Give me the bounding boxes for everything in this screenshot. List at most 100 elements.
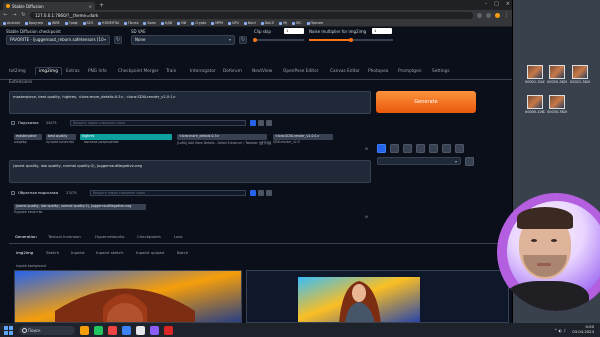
slider-handle[interactable] [349,37,353,42]
slider-handle[interactable] [253,37,257,42]
tab-img2img[interactable]: img2img [35,67,62,75]
bookmark-item[interactable]: Почта [124,21,138,25]
img-tab-img2img[interactable]: img2img [16,250,33,255]
extension-icon[interactable] [477,12,482,18]
new-tab-icon[interactable]: + [99,2,104,10]
prompt-tag[interactable]: best quality [46,134,76,140]
paste-icon[interactable] [377,144,386,153]
back-icon[interactable]: ← [3,12,8,18]
desktop-file-icon[interactable]: 00030-3626... [547,95,567,114]
forward-icon[interactable]: → [12,12,17,18]
subtab-hypernetworks[interactable]: Hypernetworks [95,234,124,239]
negative-prompt-textarea[interactable]: (worst quality, low quality, normal qual… [9,160,371,183]
img-tab-inpaint[interactable]: Inpaint [71,250,85,255]
bookmark-item[interactable]: Браузер [24,21,43,25]
prompt-tag-highlighted[interactable]: highres [80,134,172,140]
save-style-icon[interactable] [416,144,425,153]
bookmark-item[interactable]: Прочее [306,21,323,25]
vae-select[interactable]: None ▾ [131,35,235,45]
desktop-file-icon[interactable]: 00020-3626... [547,65,567,84]
bookmark-item[interactable]: SEO [82,21,93,25]
tab-deforum[interactable]: Deforum [223,69,242,74]
negative-keyword-input[interactable]: Введите новую ключевое слово [90,190,246,196]
minimize-icon[interactable]: – [485,1,488,7]
refresh-vae-button[interactable]: ↻ [239,36,247,44]
bookmark-item[interactable]: GPU [227,21,239,25]
close-window-icon[interactable]: × [506,1,510,7]
prompt-tag[interactable]: <lora:SDXLrender_v2.0:1> [273,134,333,140]
tab-extensions[interactable]: Extensions [9,80,32,85]
tab-txt2img[interactable]: txt2img [9,69,26,74]
bookmark-item[interactable]: Crypto [191,21,206,25]
file-explorer-icon[interactable] [80,325,89,335]
subtab-lora[interactable]: Lora [174,234,182,239]
bookmark-item[interactable]: Bard [243,21,256,25]
hint-checkbox[interactable] [11,121,15,125]
chrome-icon[interactable] [136,325,145,335]
keyword-input[interactable]: Введите новую ключевое слово [70,120,246,126]
tab-checkpoint-merger[interactable]: Checkpoint Merger [118,69,159,74]
collapse-icon[interactable]: ⊖ [365,147,368,151]
tag-options-button[interactable] [266,190,272,196]
tab-openpose-editor[interactable]: OpenPose Editor [283,69,319,74]
tag-options-button[interactable] [266,120,272,126]
clip-skip-slider[interactable] [253,37,304,42]
bookmark-item[interactable]: КДИ [160,21,172,25]
prompt-textarea[interactable]: masterpiece, best quality, highres, <lor… [9,91,371,114]
img-tab-inpaint-upload[interactable]: Inpaint upload [136,250,164,255]
tab-extras[interactable]: Extras [66,69,80,74]
collapse-icon[interactable]: ⊖ [365,215,368,219]
tab-settings[interactable]: Settings [432,69,450,74]
add-tag-button[interactable] [250,190,256,196]
noise-multiplier-slider[interactable] [309,37,393,42]
desktop-file-icon[interactable]: 00021-3626... [570,65,590,84]
style-icon[interactable] [403,144,412,153]
subtab-textual-inversion[interactable]: Textual Inversion [48,234,81,239]
negative-tag[interactable]: (worst quality, low quality, normal qual… [14,204,146,210]
reload-icon[interactable]: ↻ [21,12,26,18]
taskbar-search[interactable]: Поиск [19,325,75,335]
tab-interrogator[interactable]: Interrogator [190,69,216,74]
system-tray[interactable]: ^ ◐ ♪ [554,328,566,333]
record-icon[interactable] [164,325,173,335]
maximize-icon[interactable]: □ [494,1,499,7]
url-input[interactable]: 127.0.0.1:7860/?__theme=dark [30,11,473,19]
edit-style-icon[interactable] [465,157,474,166]
app-icon[interactable] [122,325,131,335]
windows-start-icon[interactable] [4,325,13,335]
tag-options-button[interactable] [258,120,264,126]
prompt-tag[interactable]: masterpiece [14,134,42,140]
menu-icon[interactable]: ⋮ [504,12,509,18]
refresh-checkpoint-button[interactable]: ↻ [114,36,122,44]
apply-style-icon[interactable] [442,144,451,153]
tab-png-info[interactable]: PNG Info [88,69,107,74]
bookmark-item[interactable]: Банк [143,21,156,25]
profile-avatar[interactable] [495,12,500,18]
img-tab-sketch[interactable]: Sketch [46,250,59,255]
bookmark-item[interactable]: IRC [292,21,302,25]
prompt-tag[interactable]: <lora:more_details:0.5> [177,134,267,140]
bookmark-item[interactable]: MPM [211,21,223,25]
extra-networks-icon[interactable] [429,144,438,153]
negative-hint-checkbox[interactable] [11,191,15,195]
bookmark-item[interactable]: Dall-E [260,21,274,25]
extension-icon[interactable] [486,12,491,18]
bookmark-item[interactable]: КЛИЕНТЫ [98,21,119,25]
tab-nextview[interactable]: NextView [252,69,272,74]
tab-promptgen[interactable]: Promptgen [398,69,422,74]
app-icon[interactable] [150,325,159,335]
settings-icon[interactable] [455,144,464,153]
browser-tab[interactable]: Stable Diffusion × [3,2,95,10]
desktop-file-icon[interactable]: 00000-1082... [525,95,545,114]
input-image-panel[interactable] [14,270,242,323]
tag-options-button[interactable] [258,190,264,196]
bookmark-item[interactable]: Android [3,21,20,25]
tab-train[interactable]: Train [166,69,176,74]
subtab-generation[interactable]: Generation [15,234,37,239]
bookmark-item[interactable]: WEB [47,21,60,25]
bookmark-item[interactable]: ИИ [177,21,186,25]
checkpoint-select[interactable]: FAVORITE - ljuggernaut_reborn.safetensor… [6,35,110,45]
noise-multiplier-input[interactable]: 1 [372,28,392,34]
close-tab-icon[interactable]: × [89,4,92,9]
bookmark-item[interactable]: MJ [279,21,287,25]
